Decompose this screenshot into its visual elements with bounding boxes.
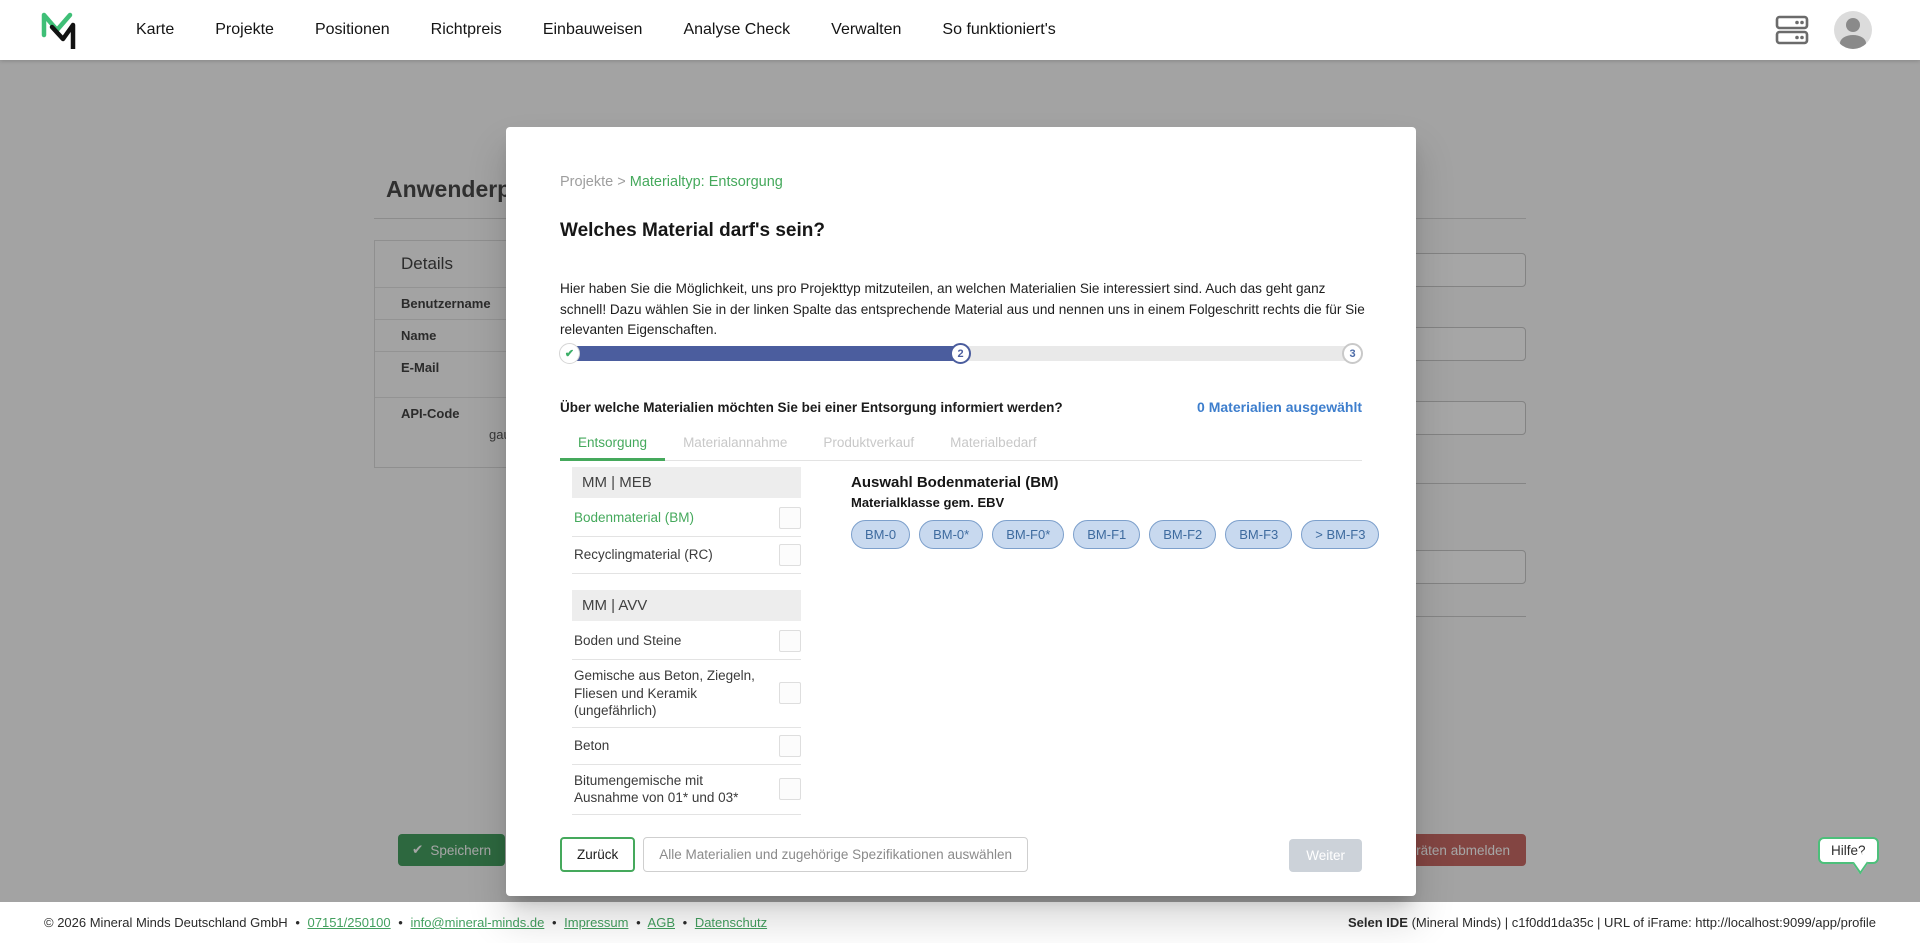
footer-bar: © 2026 Mineral Minds Deutschland GmbH • … [0, 902, 1920, 943]
breadcrumb-current: Materialtyp: Entsorgung [630, 174, 783, 190]
nav-item-einbauweisen[interactable]: Einbauweisen [543, 21, 643, 39]
progress-bar-fill [560, 346, 961, 361]
footer-separator: • [683, 915, 688, 930]
material-checkbox[interactable] [779, 778, 801, 800]
list-item-bodenmaterial[interactable]: Bodenmaterial (BM) [572, 500, 801, 537]
chip-bm-f0s[interactable]: BM-F0* [992, 520, 1064, 549]
zurueck-button[interactable]: Zurück [560, 837, 635, 872]
footer-link-impressum[interactable]: Impressum [564, 915, 628, 930]
check-icon: ✔ [565, 347, 574, 360]
tab-produktverkauf[interactable]: Produktverkauf [805, 429, 932, 460]
chip-bm-f1[interactable]: BM-F1 [1073, 520, 1140, 549]
chip-bm-0s[interactable]: BM-0* [919, 520, 983, 549]
list-item-beton[interactable]: Beton [572, 728, 801, 765]
material-label: Beton [572, 737, 758, 755]
footer-link-phone[interactable]: 07151/250100 [308, 915, 391, 930]
dialog-title: Welches Material darf's sein? [560, 220, 825, 242]
progress-step-3: 3 [1342, 343, 1363, 364]
material-label: Boden und Steine [572, 632, 758, 650]
material-checkbox[interactable] [779, 630, 801, 652]
chip-gt-bm-f3[interactable]: > BM-F3 [1301, 520, 1379, 549]
nav-item-verwalten[interactable]: Verwalten [831, 21, 901, 39]
help-bubble[interactable]: Hilfe? [1818, 837, 1879, 864]
user-avatar[interactable] [1834, 11, 1872, 49]
tab-entsorgung[interactable]: Entsorgung [560, 429, 665, 461]
material-class-chips: BM-0 BM-0* BM-F0* BM-F1 BM-F2 BM-F3 > BM… [851, 520, 1361, 549]
breadcrumb-projekte[interactable]: Projekte [560, 174, 613, 190]
footer-link-datenschutz[interactable]: Datenschutz [695, 915, 767, 930]
list-item-recyclingmaterial[interactable]: Recyclingmaterial (RC) [572, 537, 801, 574]
tab-materialbedarf[interactable]: Materialbedarf [932, 429, 1054, 460]
material-label: Gemische aus Beton, Ziegeln, Fliesen und… [572, 667, 758, 720]
footer-separator: • [636, 915, 641, 930]
footer-left: © 2026 Mineral Minds Deutschland GmbH • … [44, 915, 767, 930]
progress-bar: ✔ 2 3 [560, 346, 1362, 361]
server-icon[interactable] [1774, 13, 1810, 47]
selection-panel-subtitle: Materialklasse gem. EBV [851, 495, 1361, 510]
material-selection-dialog: Projekte > Materialtyp: Entsorgung Welch… [506, 127, 1416, 896]
avatar-person-icon [1840, 35, 1866, 49]
material-label: Recyclingmaterial (RC) [572, 546, 758, 564]
progress-step-2-current: 2 [950, 343, 971, 364]
group-header-mm-meb: MM | MEB [572, 467, 801, 498]
breadcrumb: Projekte > Materialtyp: Entsorgung [560, 174, 783, 190]
question-text: Über welche Materialien möchten Sie bei … [560, 400, 1063, 415]
weiter-button[interactable]: Weiter [1289, 839, 1362, 872]
chip-bm-0[interactable]: BM-0 [851, 520, 910, 549]
material-label: Bitumengemische mit Ausnahme von 01* und… [572, 772, 758, 807]
footer-iframe-info: (Mineral Minds) | c1f0dd1da35c | URL of … [1408, 915, 1876, 930]
select-all-materials-button[interactable]: Alle Materialien und zugehörige Spezifik… [643, 837, 1028, 872]
nav-item-so-funktionierts[interactable]: So funktioniert's [942, 21, 1055, 39]
list-item-bitumengemische[interactable]: Bitumengemische mit Ausnahme von 01* und… [572, 765, 801, 815]
main-nav: Karte Projekte Positionen Richtpreis Ein… [136, 0, 1056, 60]
selection-panel: Auswahl Bodenmaterial (BM) Materialklass… [851, 474, 1361, 549]
list-item-gemische[interactable]: Gemische aus Beton, Ziegeln, Fliesen und… [572, 660, 801, 728]
material-label: Bodenmaterial (BM) [572, 509, 758, 527]
chip-bm-f2[interactable]: BM-F2 [1149, 520, 1216, 549]
selected-materials-count: 0 Materialien ausgewählt [1197, 399, 1362, 415]
selection-panel-title: Auswahl Bodenmaterial (BM) [851, 474, 1361, 491]
top-navigation-bar: Karte Projekte Positionen Richtpreis Ein… [0, 0, 1920, 60]
material-checkbox[interactable] [779, 682, 801, 704]
mineral-minds-logo-icon[interactable] [40, 11, 78, 49]
material-type-tabs: Entsorgung Materialannahme Produktverkau… [560, 429, 1362, 461]
footer-separator: • [552, 915, 557, 930]
tab-materialannahme[interactable]: Materialannahme [665, 429, 805, 460]
footer-separator: • [398, 915, 403, 930]
footer-link-email[interactable]: info@mineral-minds.de [410, 915, 544, 930]
footer-right: Selen IDE (Mineral Minds) | c1f0dd1da35c… [1348, 915, 1876, 930]
footer-ide-name: Selen IDE [1348, 915, 1408, 930]
nav-item-positionen[interactable]: Positionen [315, 21, 390, 39]
material-list: MM | MEB Bodenmaterial (BM) Recyclingmat… [572, 467, 801, 815]
list-item-boden-und-steine[interactable]: Boden und Steine [572, 623, 801, 660]
breadcrumb-separator: > [617, 174, 625, 190]
nav-item-analyse-check[interactable]: Analyse Check [683, 21, 790, 39]
group-header-mm-avv: MM | AVV [572, 590, 801, 621]
copyright-text: © 2026 Mineral Minds Deutschland GmbH [44, 915, 288, 930]
dialog-description: Hier haben Sie die Möglichkeit, uns pro … [560, 279, 1368, 341]
nav-item-projekte[interactable]: Projekte [215, 21, 274, 39]
progress-step-1-done: ✔ [559, 343, 580, 364]
footer-link-agb[interactable]: AGB [648, 915, 675, 930]
material-checkbox[interactable] [779, 544, 801, 566]
nav-item-richtpreis[interactable]: Richtpreis [431, 21, 502, 39]
chip-bm-f3[interactable]: BM-F3 [1225, 520, 1292, 549]
footer-separator: • [295, 915, 300, 930]
material-checkbox[interactable] [779, 507, 801, 529]
material-checkbox[interactable] [779, 735, 801, 757]
avatar-person-icon [1846, 18, 1860, 32]
nav-item-karte[interactable]: Karte [136, 21, 174, 39]
